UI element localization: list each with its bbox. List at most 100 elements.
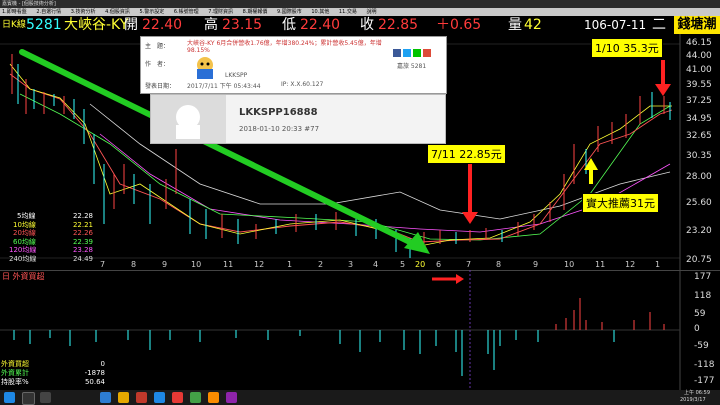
menu-item-7[interactable]: 7.理財資訊 (208, 9, 233, 15)
date-axis-label: 1 (287, 260, 293, 269)
date-axis-label: 12 (254, 260, 265, 269)
profile-meta: 2018-01-10 20:33 #77 (239, 125, 320, 133)
menu-bar: 1.即時看盤 2.自選行情 3.技術分析 4.個股資訊 5.警示設定 6.帳號管… (0, 8, 720, 16)
price-axis-label: 32.65 (686, 131, 712, 141)
volume-value: 42 (524, 17, 542, 33)
windows-start-icon[interactable] (4, 392, 15, 403)
price-axis-label: 37.25 (686, 96, 712, 106)
price-axis-label: 41.00 (686, 65, 712, 75)
price-axis-label: 34.95 (686, 114, 712, 124)
menu-item-2[interactable]: 2.自選行情 (36, 9, 61, 15)
forum-post-popup[interactable]: 主 題： 大峽谷-KY 6月合併營收1.76億，年增380.24%；累計營收5.… (140, 36, 447, 94)
menu-item-6[interactable]: 6.帳號管理 (174, 9, 199, 15)
date-axis-label: 7 (466, 260, 472, 269)
price-axis-label: 44.00 (686, 51, 712, 61)
taskbar-time: 上午 06:59 (684, 390, 710, 396)
indicator-axis-label: -59 (694, 341, 709, 351)
date-axis-label: 4 (373, 260, 379, 269)
ma-value: 24.49 (72, 254, 93, 263)
indicator-label: 外資買超 (1, 360, 29, 368)
indicator-legend-row: 外資買超 0 (1, 360, 107, 369)
close-value: 22.85 (378, 17, 419, 33)
search-icon[interactable] (22, 392, 35, 405)
low-label: 低 (282, 17, 296, 33)
app-icon[interactable] (226, 392, 237, 403)
low-value: 22.40 (300, 17, 341, 33)
window-title: 嘉賓機 - [個股技術分析] (2, 1, 56, 7)
menu-item-3[interactable]: 3.技術分析 (71, 9, 96, 15)
ma-label: 20均線 (13, 229, 36, 237)
date-axis-label: 1 (655, 260, 661, 269)
post-ip: IP: X.X.60.127 (281, 81, 324, 88)
date-axis-label: 8 (496, 260, 502, 269)
share-icon[interactable] (423, 49, 431, 57)
profile-card[interactable]: LKKSPP16888 2018-01-10 20:33 #77 (150, 94, 446, 144)
ma-label: 10均線 (13, 220, 36, 229)
foreign-investor-chart[interactable]: 日 外資買超 177 118 59 0 -59 -118 -177 (0, 270, 720, 390)
date-value: 106-07-11 (584, 18, 647, 32)
indicator-red-arrow-head (456, 274, 464, 284)
brand-logo: 錢塘潮 (674, 16, 720, 34)
menu-item-9[interactable]: 9.國際股市 (277, 9, 302, 15)
menu-item-10[interactable]: 10.其他 (311, 9, 329, 15)
indicator-value: 0 (100, 360, 105, 368)
date-axis-label: 8 (131, 260, 137, 269)
indicator-tag: 日 外資買超 (2, 272, 45, 281)
date-axis-label: 10 (564, 260, 575, 269)
change-value: ＋0.65 (436, 17, 482, 33)
ma-label: 60均線 (13, 237, 36, 246)
edge-icon[interactable] (154, 392, 165, 403)
date-axis-label: 5 (400, 260, 406, 269)
share-icons (393, 42, 441, 57)
menu-item-11[interactable]: 11.交易 (339, 9, 357, 15)
indicator-axis-label: 59 (694, 309, 706, 319)
menu-item-4[interactable]: 4.個股資訊 (105, 9, 130, 15)
date-axis-label: 11 (595, 260, 606, 269)
date-axis-label: 9 (162, 260, 168, 269)
subject-label: 主 題： (145, 43, 170, 50)
date-axis-label: 10 (191, 260, 202, 269)
date-axis-label: 11 (223, 260, 234, 269)
callout-price-7-11: 7/11 22.85元 (427, 144, 506, 164)
menu-item-help[interactable]: 說明 (366, 9, 376, 15)
price-axis-label: 23.20 (686, 226, 712, 236)
task-view-icon[interactable] (40, 392, 51, 403)
stock-tag[interactable]: 嘉旅 5281 (397, 61, 426, 70)
ma-legend-row: 5均線 22.28 (1, 212, 95, 221)
app-icon[interactable] (208, 392, 219, 403)
date-axis-label: 3 (348, 260, 354, 269)
author-avatar (187, 55, 223, 79)
ma-legend-row: 10均線 22.21 (1, 221, 95, 230)
folder-icon[interactable] (118, 392, 129, 403)
indicator-axis-label: 118 (694, 291, 712, 301)
indicator-axis-label: -177 (694, 376, 715, 386)
date-axis-label: 12 (625, 260, 636, 269)
price-axis-label: 46.15 (686, 38, 712, 48)
volume-label: 量 (508, 17, 522, 33)
menu-item-1[interactable]: 1.即時看盤 (2, 9, 27, 15)
twitter-icon[interactable] (403, 49, 411, 57)
menu-item-8[interactable]: 8.期權報價 (243, 9, 268, 15)
post-subject[interactable]: 大峽谷-KY 6月合併營收1.76億，年增380.24%；累計營收5.45億，年… (187, 40, 387, 54)
app-icon[interactable] (136, 392, 147, 403)
date-axis: 7 8 9 10 11 12 1 2 3 4 5 20 6 7 8 9 10 1… (0, 260, 680, 270)
line-icon[interactable] (413, 49, 421, 57)
app-icon[interactable] (190, 392, 201, 403)
price-axis-label: 20.75 (686, 255, 712, 265)
indicator-legend-row: 外資累計 -1878 (1, 369, 107, 378)
indicator-legend: 外資買超 0 外資累計 -1878 持股率% 50.64 (1, 360, 107, 387)
callout-high-price: 1/10 35.3元 (591, 38, 663, 58)
facebook-icon[interactable] (393, 49, 401, 57)
foreign-investor-svg (0, 270, 720, 390)
indicator-value: 50.64 (84, 378, 105, 386)
profile-name[interactable]: LKKSPP16888 (239, 107, 318, 118)
stock-code[interactable]: 5281 (26, 16, 62, 34)
indicator-value: -1878 (84, 369, 105, 377)
author-name[interactable]: LKKSPP (225, 72, 247, 79)
menu-item-5[interactable]: 5.警示設定 (140, 9, 165, 15)
post-time: 2017/7/11 下午 05:43:44 (187, 83, 261, 90)
indicator-axis-label: 0 (694, 324, 700, 334)
app-icon[interactable] (100, 392, 111, 403)
app-icon[interactable] (172, 392, 183, 403)
taskbar: 上午 06:59 2019/3/17 (0, 390, 720, 405)
